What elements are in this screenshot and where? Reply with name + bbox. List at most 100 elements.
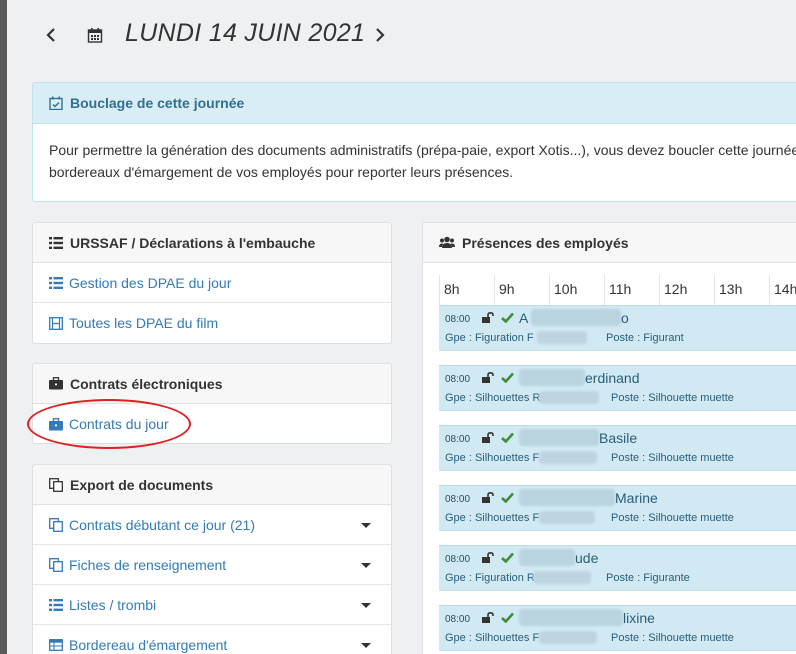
day-closing-panel: Bouclage de cette journée Pour permettre… [32, 82, 796, 202]
redacted-group [539, 511, 595, 524]
dpae-day-label: Gestion des DPAE du jour [69, 274, 232, 291]
date-navigation: LUNDI 14 JUIN 2021 [7, 0, 796, 70]
caret-down-icon [361, 603, 371, 608]
contracts-panel: Contrats électroniques Contrats du jour [32, 363, 392, 444]
redacted-group [539, 631, 597, 644]
attendance-panel: Présences des employés 8h 9h 10h 11h 12h… [422, 222, 796, 654]
export-forms-label: Fiches de renseignement [69, 556, 227, 573]
employee-group: Gpe : Silhouettes F [445, 452, 540, 464]
page-title: LUNDI 14 JUIN 2021 [125, 19, 366, 47]
check-icon [501, 492, 514, 503]
contracts-header: Contrats électroniques [33, 364, 391, 404]
export-contracts-dropdown[interactable]: Contrats débutant ce jour (21) [33, 505, 391, 545]
employee-name-end: Marine [615, 490, 658, 506]
day-closing-title: Bouclage de cette journée [70, 95, 245, 111]
unlock-icon[interactable] [482, 312, 494, 323]
table-icon [49, 639, 63, 651]
unlock-icon[interactable] [482, 612, 494, 623]
export-lists-dropdown[interactable]: Listes / trombi [33, 585, 391, 625]
check-icon [501, 432, 514, 443]
urssaf-title: URSSAF / Déclarations à l'embauche [70, 234, 316, 251]
export-attendance-dropdown[interactable]: Bordereau d'émargement [33, 625, 391, 654]
employee-row[interactable]: 08:00 A o Gpe : Figuration F Poste : Fig… [439, 305, 796, 351]
hour-gridline [549, 275, 550, 305]
unlock-icon[interactable] [482, 492, 494, 503]
export-attendance-label: Bordereau d'émargement [69, 637, 228, 653]
employee-group: Gpe : Figuration F [445, 332, 534, 344]
employee-group: Gpe : Figuration R [445, 572, 535, 584]
next-day-button[interactable] [370, 24, 390, 46]
briefcase-icon [49, 377, 63, 390]
hour-label: 10h [554, 281, 578, 297]
redacted-group [539, 391, 599, 404]
export-lists-label: Listes / trombi [69, 596, 157, 613]
chevron-right-icon [376, 28, 385, 42]
unlock-icon[interactable] [482, 432, 494, 443]
hour-label: 14h [774, 281, 796, 297]
dpae-film-link[interactable]: Toutes les DPAE du film [33, 303, 391, 343]
list-icon [49, 276, 63, 289]
export-header: Export de documents [33, 465, 391, 505]
start-time: 08:00 [445, 554, 471, 565]
calendar-icon [87, 28, 103, 43]
employee-group: Gpe : Silhouettes F [445, 512, 540, 524]
chevron-left-icon [46, 28, 55, 42]
employee-post: Poste : Silhouette muette [611, 512, 734, 524]
dpae-day-link[interactable]: Gestion des DPAE du jour [33, 263, 391, 303]
urssaf-header: URSSAF / Déclarations à l'embauche [33, 223, 391, 263]
export-panel: Export de documents Contrats débutant ce… [32, 464, 392, 654]
employee-post: Poste : Figurante [606, 572, 690, 584]
employee-row[interactable]: 08:00 erdinand Gpe : Silhouettes R Poste… [439, 365, 796, 411]
export-forms-dropdown[interactable]: Fiches de renseignement [33, 545, 391, 585]
redacted-group [533, 571, 591, 584]
employee-row[interactable]: 08:00 Basile Gpe : Silhouettes F Poste :… [439, 425, 796, 471]
start-time: 08:00 [445, 434, 471, 445]
day-closing-line-2: bordereaux d'émargement de vos employés … [49, 164, 514, 180]
day-closing-line-1: Pour permettre la génération des documen… [49, 142, 796, 158]
contracts-day-link[interactable]: Contrats du jour [33, 404, 391, 443]
redacted-name [519, 369, 585, 386]
hour-gridline [439, 275, 440, 305]
check-icon [501, 372, 514, 383]
hour-gridline [494, 275, 495, 305]
caret-down-icon [361, 563, 371, 568]
hour-gridline [604, 275, 605, 305]
employee-row[interactable]: 08:00 ude Gpe : Figuration R Poste : Fig… [439, 545, 796, 591]
attendance-header: Présences des employés [423, 223, 796, 263]
employee-group: Gpe : Silhouettes R [445, 392, 541, 404]
employee-name-end: ude [575, 550, 599, 566]
dpae-film-label: Toutes les DPAE du film [69, 315, 219, 331]
redacted-group [539, 451, 597, 464]
hour-label: 11h [609, 281, 632, 297]
employee-row[interactable]: 08:00 lixine Gpe : Silhouettes F Poste :… [439, 605, 796, 651]
redacted-name [519, 429, 599, 446]
redacted-group [537, 331, 587, 344]
export-title: Export de documents [70, 476, 214, 493]
redacted-name [519, 549, 575, 566]
hour-label: 13h [719, 281, 743, 297]
employee-post: Poste : Silhouette muette [611, 452, 734, 464]
employee-row[interactable]: 08:00 Marine Gpe : Silhouettes F Poste :… [439, 485, 796, 531]
check-icon [501, 552, 514, 563]
hour-label: 9h [499, 281, 515, 297]
employee-name-end: Basile [599, 430, 638, 446]
redacted-name [519, 609, 623, 626]
day-closing-header: Bouclage de cette journée [33, 83, 796, 124]
unlock-icon[interactable] [482, 552, 494, 563]
users-icon [439, 236, 455, 248]
calendar-check-icon [49, 96, 63, 110]
hour-gridline [769, 275, 770, 305]
caret-down-icon [361, 643, 371, 648]
start-time: 08:00 [445, 494, 471, 505]
copy-icon [49, 477, 63, 492]
employee-post: Poste : Silhouette muette [611, 632, 734, 644]
redacted-name [531, 309, 621, 326]
employee-post: Poste : Silhouette muette [611, 392, 734, 404]
unlock-icon[interactable] [482, 372, 494, 383]
urssaf-panel: URSSAF / Déclarations à l'embauche Gesti… [32, 222, 392, 344]
previous-day-button[interactable] [41, 24, 61, 46]
check-icon [501, 312, 514, 323]
contracts-day-label: Contrats du jour [69, 416, 169, 432]
hour-label: 8h [444, 281, 460, 297]
film-icon [49, 316, 63, 330]
